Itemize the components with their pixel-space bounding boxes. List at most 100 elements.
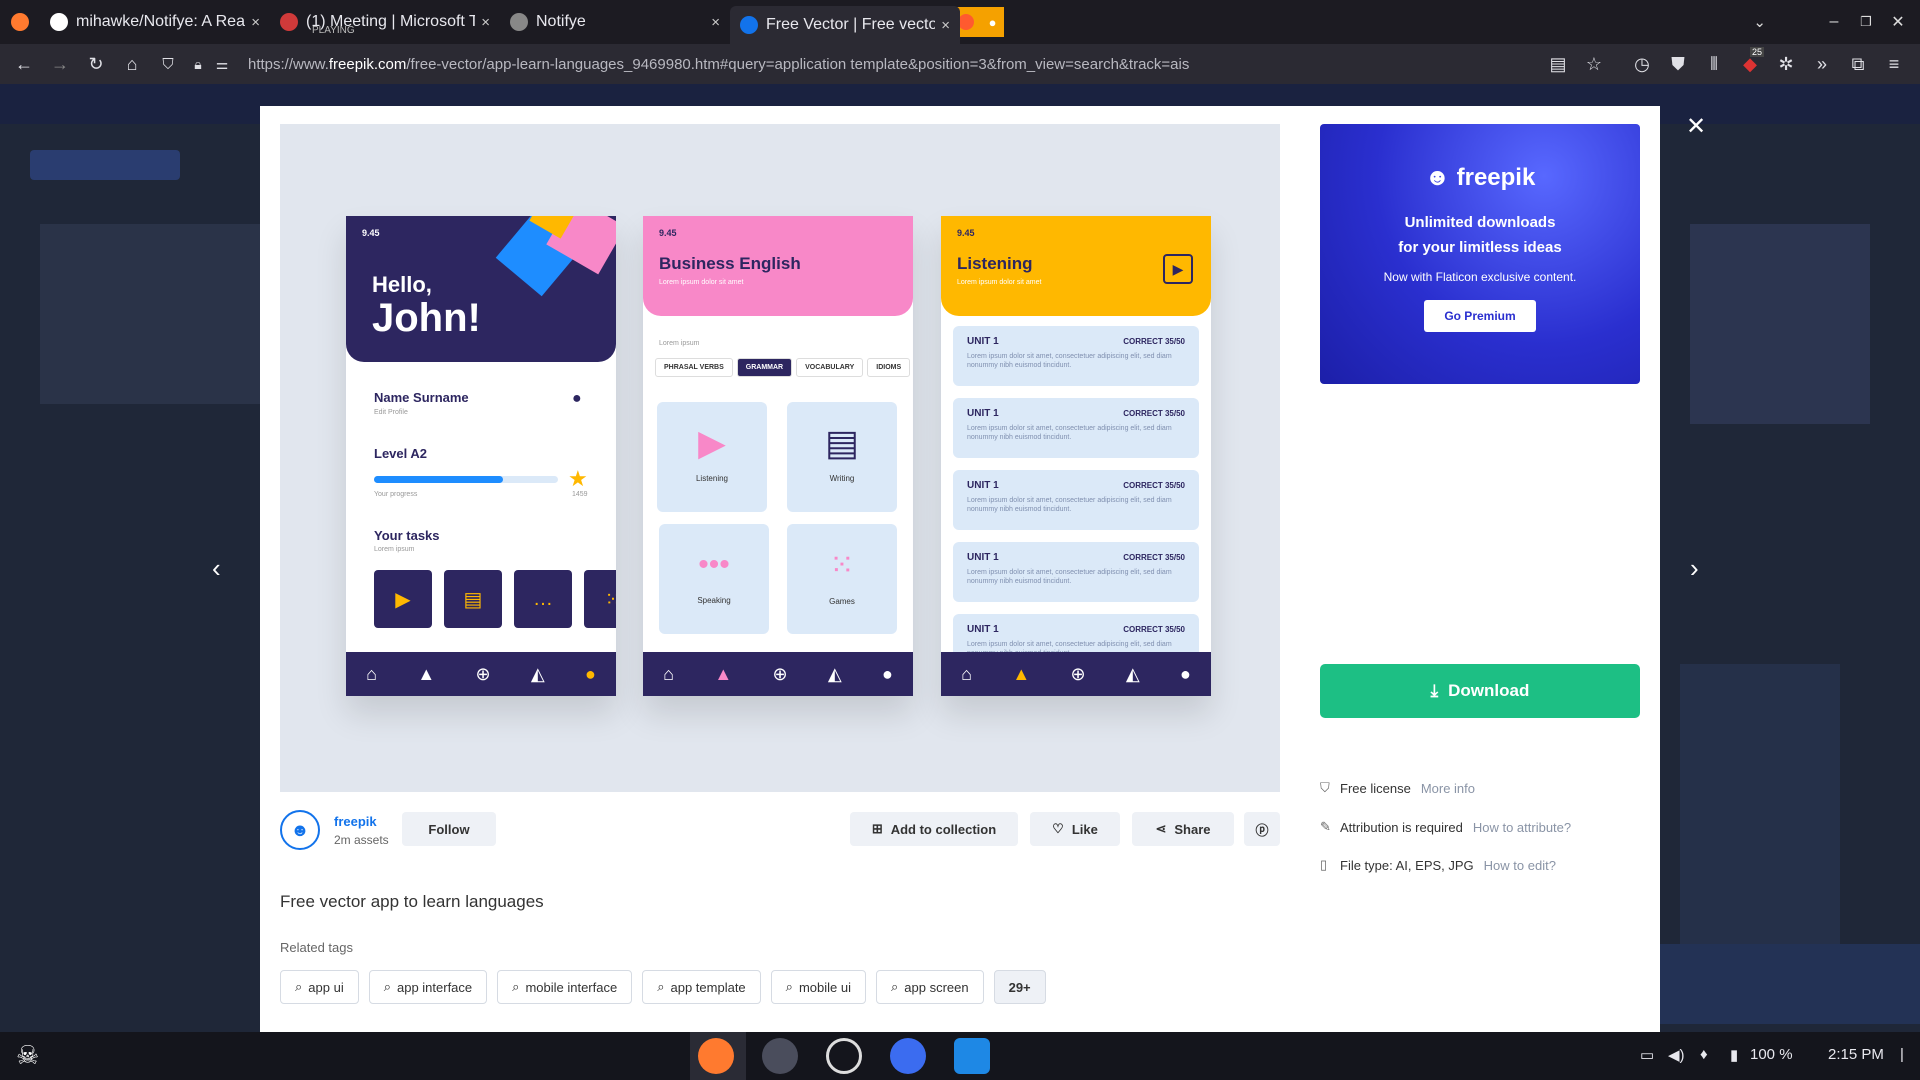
download-button[interactable]: ⤓ Download (1320, 664, 1640, 718)
bookmark-star-icon[interactable]: ☆ (1576, 54, 1612, 75)
firefox-taskbar-icon[interactable] (698, 1038, 734, 1074)
speaker-icon (280, 13, 298, 31)
unit-name: UNIT 1 (967, 480, 999, 491)
reader-view-icon[interactable]: ▤ (1540, 54, 1576, 75)
clock-taskbar-icon[interactable] (826, 1038, 862, 1074)
app-launcher-icon[interactable]: ☠ (16, 1040, 39, 1071)
premium-ad[interactable]: ☻ freepik Unlimited downloads for your li… (1320, 124, 1640, 384)
restore-icon[interactable]: ❐ (1850, 14, 1882, 30)
extension-icon[interactable]: ✲ (1768, 54, 1804, 75)
search-icon: ⌕ (785, 979, 793, 994)
close-window-icon[interactable]: ✕ (1882, 12, 1914, 32)
tag-app-screen[interactable]: ⌕ app screen (875, 970, 984, 1004)
tag-app-ui[interactable]: ⌕ app ui (280, 970, 359, 1004)
author-name[interactable]: freepik (334, 814, 389, 829)
greeting-name: John! (372, 296, 481, 340)
ublock-icon[interactable]: ◆ 25 (1732, 46, 1768, 75)
how-to-edit-link[interactable]: How to edit? (1484, 858, 1556, 873)
app-menu-icon[interactable]: ≡ (1876, 54, 1912, 75)
card-listening: ▶ Listening (657, 402, 767, 512)
firefox-menu-icon[interactable] (0, 13, 40, 31)
minimize-icon[interactable]: – (1818, 13, 1850, 31)
tab-github[interactable]: mihawke/Notifye: A React × (40, 0, 270, 44)
microphone-icon[interactable]: ♦ (1700, 1046, 1708, 1063)
prev-arrow-icon[interactable]: ‹ (212, 553, 221, 584)
shield-icon[interactable]: ⛉ (150, 56, 186, 73)
microphone-icon: ● (988, 14, 997, 30)
chat-icon: ••• (698, 548, 730, 581)
history-icon[interactable]: ◷ (1624, 54, 1660, 75)
permissions-icon[interactable]: ⚌ (210, 56, 234, 73)
home-icon[interactable]: ⌂ (114, 54, 150, 75)
more-tags-button[interactable]: 29+ (993, 970, 1046, 1004)
lock-icon[interactable]: 🔒︎ (186, 56, 210, 73)
chip-vocabulary: VOCABULARY (796, 358, 864, 377)
forward-icon[interactable]: → (42, 54, 78, 75)
tag-mobile-ui[interactable]: ⌕ mobile ui (770, 970, 866, 1004)
attribution-info: ✎ Attribution is required How to attribute… (1320, 819, 1571, 835)
volume-icon[interactable]: ◀) (1668, 1046, 1685, 1064)
collection-icon: ⊞ (871, 821, 883, 836)
notifye-taskbar-icon[interactable] (890, 1038, 926, 1074)
phone-home: 9.45 Hello, John! Name Surname Edit Prof… (346, 216, 616, 696)
play-icon: ▶ (374, 570, 432, 628)
reload-icon[interactable]: ↻ (78, 54, 114, 75)
heart-icon: ♡ (1052, 821, 1064, 836)
like-button[interactable]: ♡ Like (1030, 812, 1120, 846)
document-icon: ▤ (444, 570, 502, 628)
battery-icon[interactable]: ▮ (1730, 1046, 1738, 1064)
extensions-puzzle-icon[interactable]: ⧉ (1840, 54, 1876, 75)
show-desktop-icon[interactable]: | (1900, 1046, 1904, 1063)
add-to-collection-button[interactable]: ⊞ Add to collection (850, 812, 1018, 846)
tab-notifye[interactable]: Notifye × (500, 0, 730, 44)
close-tab-icon[interactable]: × (711, 14, 720, 31)
pinterest-button[interactable]: ⓟ (1244, 812, 1280, 846)
tag-mobile-interface[interactable]: ⌕ mobile interface (497, 970, 633, 1004)
image-preview[interactable]: 9.45 Hello, John! Name Surname Edit Prof… (280, 124, 1280, 792)
url-path: /free-vector/app-learn-languages_9469980… (406, 55, 1190, 73)
listening-title: Listening (957, 254, 1033, 273)
vscode-taskbar-icon[interactable] (954, 1038, 990, 1074)
list-all-tabs-icon[interactable]: ⌄ (1753, 13, 1766, 31)
bell-icon: ◭ (827, 663, 842, 684)
unit-name: UNIT 1 (967, 624, 999, 635)
download-label: Download (1448, 681, 1530, 700)
author-assets: 2m assets (334, 832, 389, 847)
tag-app-interface[interactable]: ⌕ app interface (368, 970, 488, 1004)
follow-button[interactable]: Follow (402, 812, 496, 846)
add-to-collection-label: Add to collection (890, 821, 997, 837)
tag-app-template[interactable]: ⌕ app template (642, 970, 761, 1004)
how-to-attribute-link[interactable]: How to attribute? (1473, 820, 1571, 835)
next-arrow-icon[interactable]: › (1690, 553, 1699, 584)
share-button[interactable]: ⋖ Share (1132, 812, 1234, 846)
tab-teams[interactable]: (1) Meeting | Microsoft Te PLAYING × (270, 0, 500, 44)
tasks-title: Your tasks (374, 528, 440, 543)
graduation-icon: ▲ (417, 663, 436, 684)
pocket-icon[interactable]: ⛊ (1660, 54, 1696, 75)
library-icon[interactable]: ⫴ (1696, 54, 1732, 75)
tab-playing-status: PLAYING (312, 25, 355, 36)
ublock-badge: 25 (1750, 46, 1765, 57)
close-tab-icon[interactable]: × (941, 17, 950, 34)
back-icon[interactable]: ← (6, 54, 42, 75)
play-icon: ▶ (698, 422, 726, 463)
go-premium-button[interactable]: Go Premium (1424, 300, 1536, 332)
close-modal-icon[interactable]: ✕ (1686, 112, 1706, 141)
files-taskbar-icon[interactable] (762, 1038, 798, 1074)
close-tab-icon[interactable]: × (251, 14, 260, 31)
plus-icon: ⊕ (1070, 663, 1086, 684)
tab-bar: mihawke/Notifye: A React × (1) Meeting | … (0, 0, 1920, 44)
overflow-icon[interactable]: » (1804, 54, 1840, 75)
author-avatar[interactable]: ☻ (280, 810, 320, 850)
clock-time[interactable]: 2:15 PM (1828, 1046, 1884, 1063)
close-tab-icon[interactable]: × (481, 14, 490, 31)
pinterest-icon: ⓟ (1255, 822, 1269, 838)
screen-icon[interactable]: ▭ (1640, 1046, 1654, 1064)
tab-freepik[interactable]: Free Vector | Free vector a × (730, 6, 960, 44)
user-icon: ● (584, 663, 596, 684)
edit-profile: Edit Profile (374, 409, 408, 416)
tab-label: mihawke/Notifye: A React (76, 13, 246, 30)
phone-bottom-nav: ⌂ ▲ ⊕ ◭ ● (643, 652, 913, 696)
url-bar[interactable]: https://www.freepik.com/free-vector/app-… (248, 56, 1540, 73)
more-info-link[interactable]: More info (1421, 781, 1475, 796)
